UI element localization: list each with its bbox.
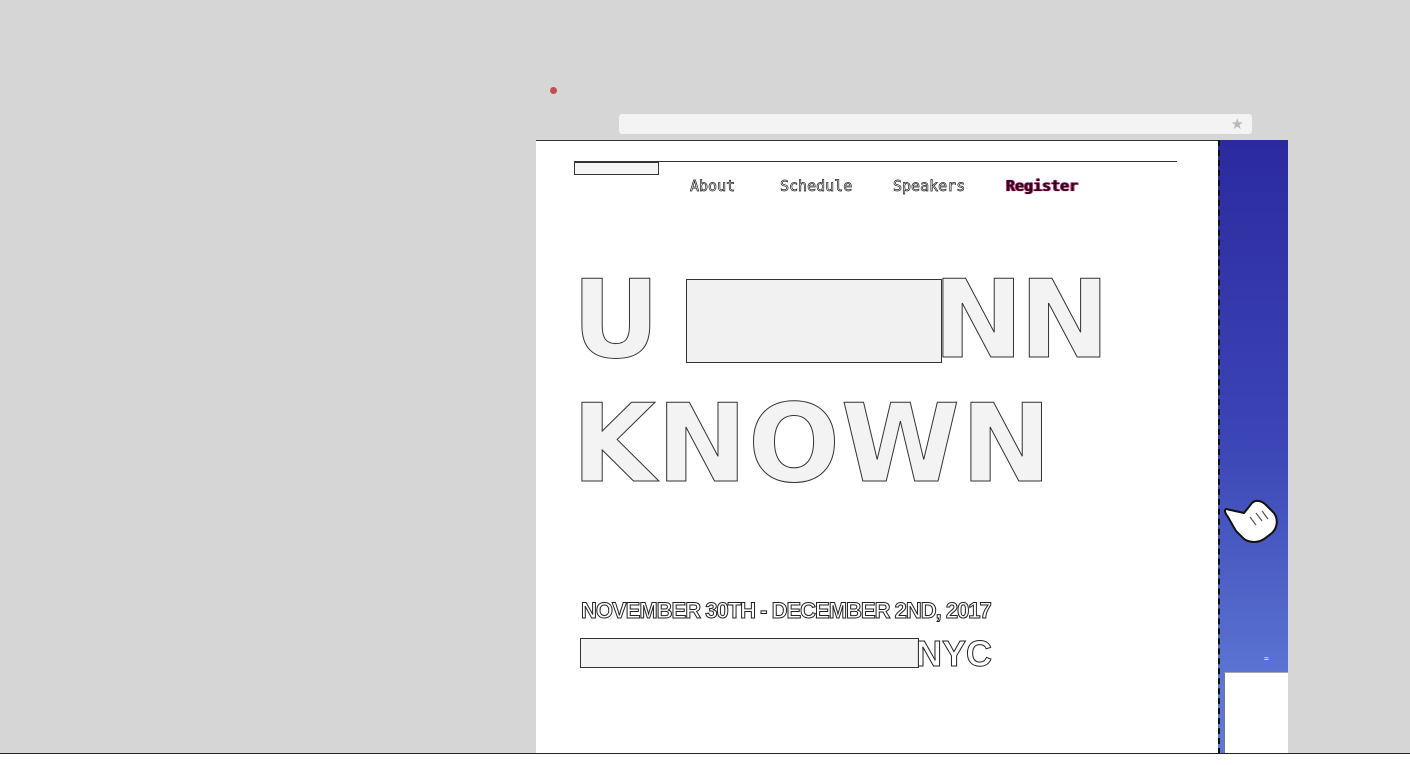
bottom-bar: [0, 753, 1410, 765]
hero-title-line1-start: U: [572, 258, 661, 383]
event-dates: NOVEMBER 30TH - DECEMBER 2ND, 2017: [581, 598, 993, 624]
hero-title-line2: KNOWN: [571, 382, 1053, 507]
nav-register[interactable]: Register: [1006, 177, 1078, 195]
web-page: About Schedule Speakers Register U NN KN…: [536, 140, 1219, 755]
nav-speakers[interactable]: Speakers: [893, 177, 966, 196]
hand-pointer-icon: [1223, 499, 1278, 543]
side-panel: =: [1218, 140, 1288, 755]
event-city: NYC: [915, 633, 993, 675]
side-panel-mark: =: [1264, 654, 1269, 663]
address-bar[interactable]: ★: [619, 114, 1252, 134]
side-panel-footer: [1224, 672, 1288, 755]
nav-about[interactable]: About: [690, 177, 736, 196]
header-rule: [574, 161, 1177, 162]
nav-schedule[interactable]: Schedule: [780, 177, 853, 196]
logo-placeholder[interactable]: [574, 161, 659, 175]
red-status-dot: [550, 87, 557, 94]
hero-title-line1-end: NN: [933, 258, 1111, 383]
hero-title-redaction-block: [686, 279, 942, 363]
star-icon[interactable]: ★: [1231, 114, 1244, 134]
venue-redaction-block: [580, 638, 919, 668]
